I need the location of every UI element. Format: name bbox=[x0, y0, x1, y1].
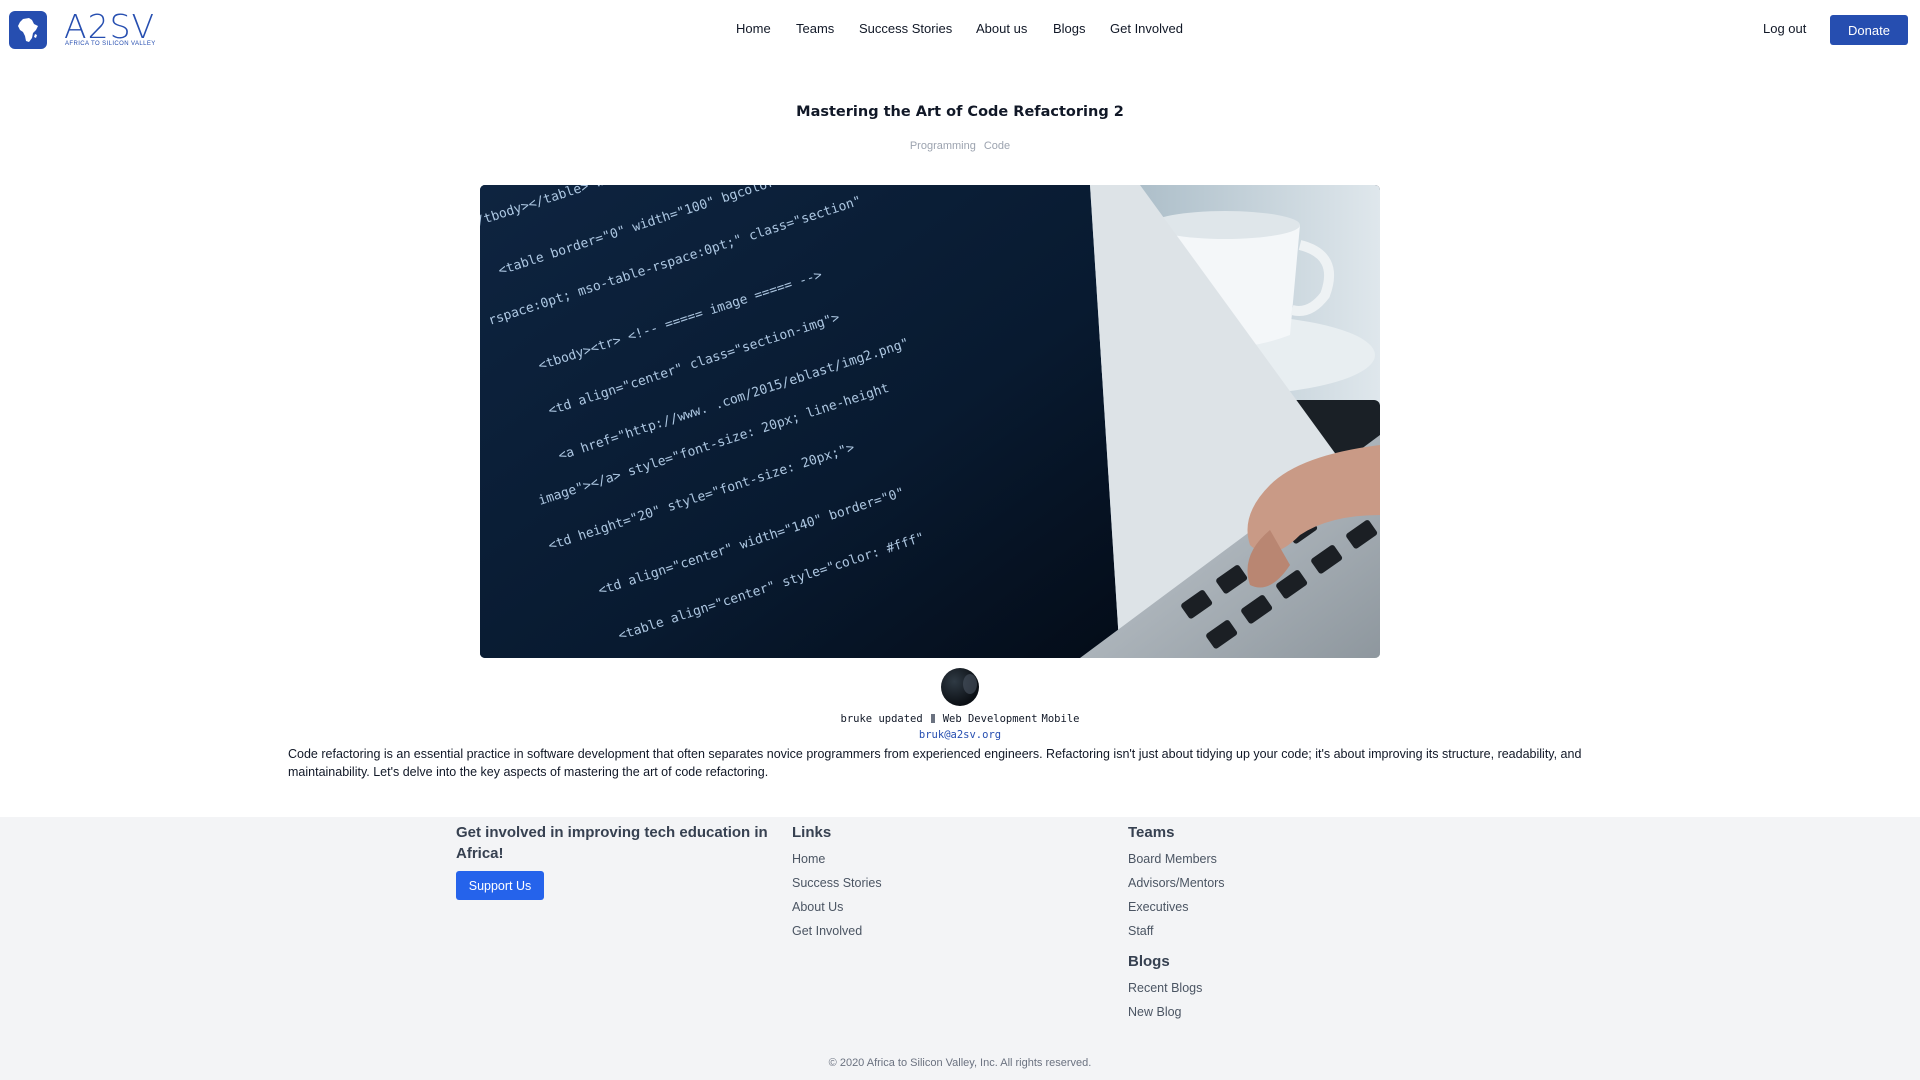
nav-success-stories[interactable]: Success Stories bbox=[859, 21, 952, 36]
support-us-button[interactable]: Support Us bbox=[456, 871, 544, 900]
footer: Get involved in improving tech education… bbox=[0, 817, 1920, 1080]
nav-home[interactable]: Home bbox=[736, 21, 771, 36]
footer-link-advisors-mentors[interactable]: Advisors/Mentors bbox=[1128, 876, 1225, 890]
footer-blogs-heading: Blogs bbox=[1128, 953, 1170, 970]
footer-link-get-involved[interactable]: Get Involved bbox=[792, 924, 862, 938]
nav-about-us[interactable]: About us bbox=[976, 21, 1027, 36]
article-title: Mastering the Art of Code Refactoring 2 bbox=[796, 104, 1124, 120]
footer-link-new-blog[interactable]: New Blog bbox=[1128, 1005, 1182, 1019]
footer-link-success-stories[interactable]: Success Stories bbox=[792, 876, 882, 890]
nav-get-involved[interactable]: Get Involved bbox=[1110, 21, 1183, 36]
nav-blogs[interactable]: Blogs bbox=[1053, 21, 1086, 36]
separator-icon bbox=[930, 714, 935, 723]
article-body: Code refactoring is an essential practic… bbox=[288, 747, 1582, 779]
author-meta: bruke updated Web Development Mobile bbox=[0, 713, 1920, 725]
logout-link[interactable]: Log out bbox=[1763, 21, 1806, 36]
nav-menu: Home Teams Success Stories About us Blog… bbox=[0, 21, 1920, 39]
footer-link-home[interactable]: Home bbox=[792, 852, 825, 866]
tag-item[interactable]: Code bbox=[984, 140, 1010, 152]
author-email[interactable]: bruk@a2sv.org bbox=[0, 729, 1920, 741]
footer-teams-heading: Teams bbox=[1128, 824, 1175, 841]
footer-link-recent-blogs[interactable]: Recent Blogs bbox=[1128, 981, 1202, 995]
brand-tagline: AFRICA TO SILICON VALLEY bbox=[65, 41, 156, 47]
footer-cta-heading: Get involved in improving tech education… bbox=[456, 824, 768, 862]
tag-item[interactable]: Programming bbox=[910, 140, 976, 152]
author-name: bruke updated bbox=[840, 713, 923, 725]
author-avatar[interactable] bbox=[941, 668, 979, 706]
author-skill: Web Development bbox=[942, 713, 1038, 725]
article-cover-image: </tbody></table> width="180" align="righ… bbox=[480, 185, 1380, 658]
footer-link-board-members[interactable]: Board Members bbox=[1128, 852, 1217, 866]
footer-link-executives[interactable]: Executives bbox=[1128, 900, 1188, 914]
article-tags: Programming Code bbox=[0, 140, 1920, 152]
footer-link-staff[interactable]: Staff bbox=[1128, 924, 1153, 938]
footer-links-heading: Links bbox=[792, 824, 832, 841]
author-skill: Mobile bbox=[1041, 713, 1080, 725]
copyright-text: © 2020 Africa to Silicon Valley, Inc. Al… bbox=[828, 1057, 1092, 1069]
donate-button[interactable]: Donate bbox=[1830, 15, 1908, 45]
footer-link-about-us[interactable]: About Us bbox=[792, 900, 843, 914]
top-navbar: A2SV AFRICA TO SILICON VALLEY Home Teams… bbox=[0, 0, 1920, 60]
nav-teams[interactable]: Teams bbox=[796, 21, 834, 36]
